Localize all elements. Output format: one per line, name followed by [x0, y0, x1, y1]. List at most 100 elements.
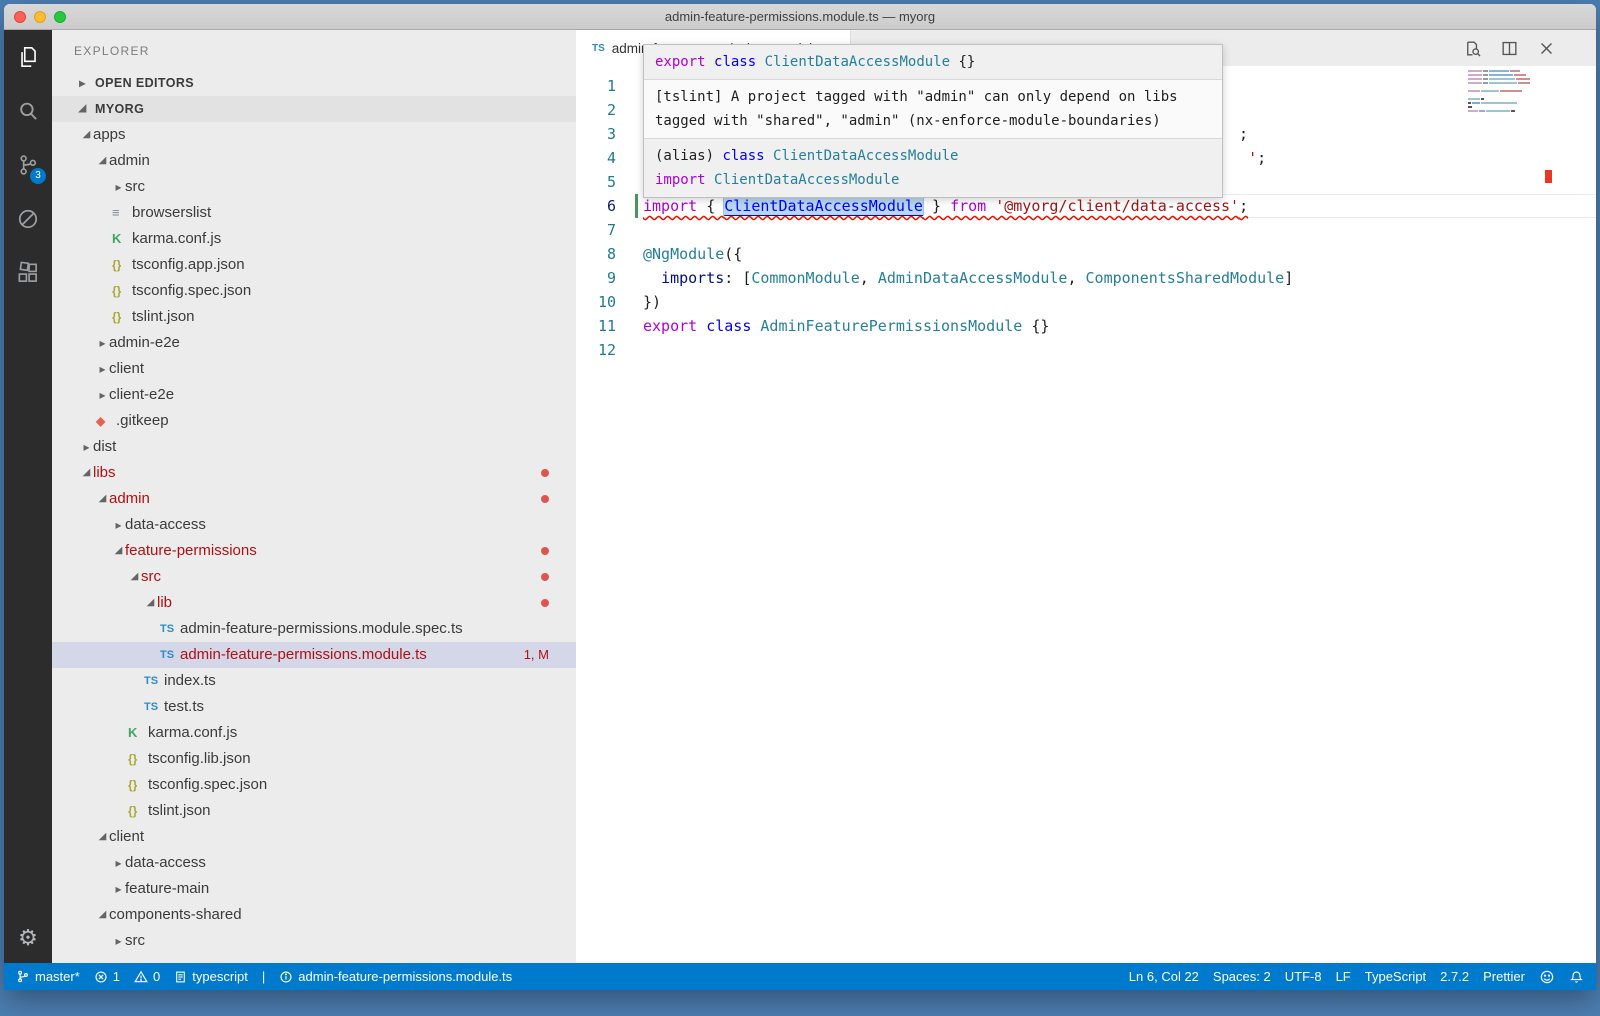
tree-item-label: client-e2e: [109, 382, 174, 408]
tree-file-browserslist[interactable]: ≡browserslist: [52, 200, 576, 226]
tree-folder-lib[interactable]: ◢lib: [52, 590, 576, 616]
tree-file-.gitkeep[interactable]: ◆.gitkeep: [52, 408, 576, 434]
tree-folder-client[interactable]: ▸client: [52, 356, 576, 382]
minimap-row: [1468, 110, 1532, 112]
tree-file-test.ts[interactable]: TStest.ts: [52, 694, 576, 720]
close-editor-icon[interactable]: [1536, 38, 1556, 58]
status-label: Prettier: [1483, 969, 1525, 984]
tree-folder-src[interactable]: ▸src: [52, 174, 576, 200]
open-editors-section[interactable]: ▸ OPEN EDITORS: [52, 70, 576, 96]
file-tree: ◢apps◢admin▸src≡browserslistKkarma.conf.…: [52, 122, 576, 954]
explorer-icon[interactable]: [4, 30, 52, 84]
status-encoding[interactable]: UTF-8: [1285, 969, 1322, 984]
tree-folder-dist[interactable]: ▸dist: [52, 434, 576, 460]
tree-folder-admin[interactable]: ◢admin: [52, 486, 576, 512]
status-tslint-status[interactable]: typescript: [174, 969, 248, 984]
source-control-icon[interactable]: 3: [4, 138, 52, 192]
zoom-window-button[interactable]: [54, 11, 66, 23]
code-line-8[interactable]: @NgModule({: [643, 242, 1596, 266]
code-line-10[interactable]: }): [643, 290, 1596, 314]
code-token: : [: [724, 269, 751, 287]
tree-file-karma.conf.js[interactable]: Kkarma.conf.js: [52, 720, 576, 746]
tree-folder-admin[interactable]: ◢admin: [52, 148, 576, 174]
status-feedback[interactable]: [1539, 969, 1555, 985]
tree-file-tsconfig.spec.json[interactable]: {}tsconfig.spec.json: [52, 772, 576, 798]
minimize-window-button[interactable]: [34, 11, 46, 23]
json-file-icon: {}: [128, 746, 148, 772]
code-token: ClientDataAccessModule: [773, 148, 958, 164]
workspace-section[interactable]: ◢ MYORG: [52, 96, 576, 122]
chevron-expanded-icon: ◢: [96, 486, 109, 512]
tree-item-label: dist: [93, 434, 116, 460]
settings-gear-icon[interactable]: ⚙: [4, 925, 52, 951]
tree-item-label: admin: [109, 148, 150, 174]
line-number-5[interactable]: 5: [576, 170, 616, 194]
line-number-1[interactable]: 1: [576, 74, 616, 98]
chevron-collapsed-icon: ▸: [112, 928, 125, 954]
minimap-segment: [1468, 74, 1482, 76]
extensions-icon[interactable]: [4, 246, 52, 300]
code-line-7[interactable]: [643, 218, 1596, 242]
ts-file-icon: TS: [592, 43, 605, 54]
search-icon[interactable]: [4, 84, 52, 138]
line-number-8[interactable]: 8: [576, 242, 616, 266]
close-window-button[interactable]: [14, 11, 26, 23]
line-number-3[interactable]: 3: [576, 122, 616, 146]
tree-folder-feature-main[interactable]: ▸feature-main: [52, 876, 576, 902]
code-line-11[interactable]: export class AdminFeaturePermissionsModu…: [643, 314, 1596, 338]
tree-file-tslint.json[interactable]: {}tslint.json: [52, 304, 576, 330]
status-indentation[interactable]: Spaces: 2: [1213, 969, 1271, 984]
tree-folder-feature-permissions[interactable]: ◢feature-permissions: [52, 538, 576, 564]
chevron-collapsed-icon: ▸: [96, 330, 109, 356]
find-in-file-icon[interactable]: [1462, 38, 1482, 58]
debug-icon[interactable]: [4, 192, 52, 246]
tree-folder-src[interactable]: ▸src: [52, 928, 576, 954]
chevron-collapsed-icon: ▸: [96, 382, 109, 408]
code-token: ]: [1284, 269, 1293, 287]
tree-folder-admin-e2e[interactable]: ▸admin-e2e: [52, 330, 576, 356]
status-error-count[interactable]: 1: [94, 969, 120, 984]
line-number-2[interactable]: 2: [576, 98, 616, 122]
status-language-mode[interactable]: TypeScript: [1365, 969, 1426, 984]
tree-file-admin-feature-permissions.module.spec.ts[interactable]: TSadmin-feature-permissions.module.spec.…: [52, 616, 576, 642]
code-line-12[interactable]: [643, 338, 1596, 362]
status-git-branch[interactable]: master*: [16, 969, 80, 984]
tree-file-tsconfig.spec.json[interactable]: {}tsconfig.spec.json: [52, 278, 576, 304]
tree-folder-client[interactable]: ◢client: [52, 824, 576, 850]
tree-folder-client-e2e[interactable]: ▸client-e2e: [52, 382, 576, 408]
status-cursor-position[interactable]: Ln 6, Col 22: [1129, 969, 1199, 984]
tree-folder-apps[interactable]: ◢apps: [52, 122, 576, 148]
line-number-6[interactable]: 6: [576, 194, 616, 218]
line-number-9[interactable]: 9: [576, 266, 616, 290]
tree-file-karma.conf.js[interactable]: Kkarma.conf.js: [52, 226, 576, 252]
status-eol[interactable]: LF: [1336, 969, 1351, 984]
status-warning-count[interactable]: 0: [134, 969, 160, 984]
status-notifications[interactable]: [1569, 969, 1584, 985]
tree-folder-libs[interactable]: ◢libs: [52, 460, 576, 486]
status-prettier[interactable]: Prettier: [1483, 969, 1525, 984]
tree-folder-data-access[interactable]: ▸data-access: [52, 512, 576, 538]
minimap-segment: [1489, 82, 1517, 84]
minimap[interactable]: [1468, 70, 1532, 200]
tree-file-index.ts[interactable]: TSindex.ts: [52, 668, 576, 694]
tree-folder-src[interactable]: ◢src: [52, 564, 576, 590]
chevron-collapsed-icon: ▸: [96, 356, 109, 382]
line-number-12[interactable]: 12: [576, 338, 616, 362]
line-number-11[interactable]: 11: [576, 314, 616, 338]
tree-file-admin-feature-permissions.module.ts[interactable]: TSadmin-feature-permissions.module.ts1, …: [52, 642, 576, 668]
tree-folder-data-access[interactable]: ▸data-access: [52, 850, 576, 876]
tree-file-tslint.json[interactable]: {}tslint.json: [52, 798, 576, 824]
status-typescript-version[interactable]: 2.7.2: [1440, 969, 1469, 984]
tree-file-tsconfig.lib.json[interactable]: {}tsconfig.lib.json: [52, 746, 576, 772]
scm-badge: 3: [30, 168, 46, 184]
split-editor-icon[interactable]: [1499, 38, 1519, 58]
line-number-4[interactable]: 4: [576, 146, 616, 170]
status-active-file-status[interactable]: admin-feature-permissions.module.ts: [279, 969, 512, 984]
line-number-7[interactable]: 7: [576, 218, 616, 242]
hovered-symbol-link[interactable]: ClientDataAccessModule: [724, 197, 923, 215]
code-line-9[interactable]: imports: [CommonModule, AdminDataAccessM…: [643, 266, 1596, 290]
tree-folder-components-shared[interactable]: ◢components-shared: [52, 902, 576, 928]
hover-tooltip: export class ClientDataAccessModule {} […: [643, 44, 1223, 198]
tree-file-tsconfig.app.json[interactable]: {}tsconfig.app.json: [52, 252, 576, 278]
line-number-10[interactable]: 10: [576, 290, 616, 314]
